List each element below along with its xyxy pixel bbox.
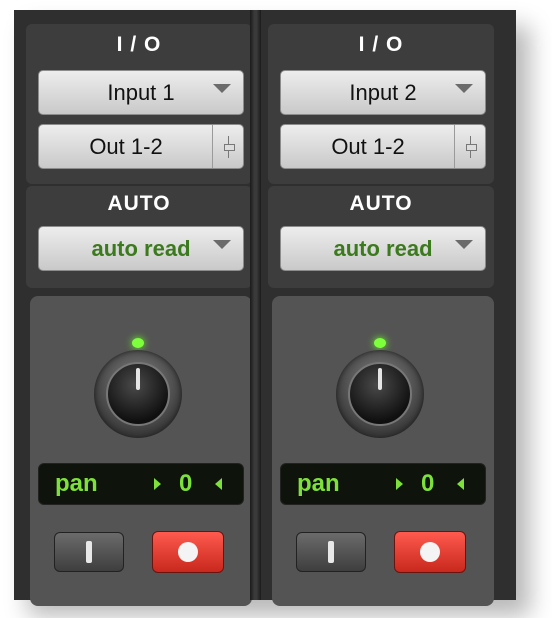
input-monitor-button[interactable] bbox=[54, 532, 124, 572]
strip-divider bbox=[250, 10, 261, 600]
pan-display[interactable]: pan 0 bbox=[38, 463, 244, 505]
chevron-down-icon bbox=[455, 240, 473, 249]
pan-left-arrow-icon bbox=[457, 478, 464, 490]
automation-section-2: AUTO auto read bbox=[268, 186, 494, 288]
io-header: I / O bbox=[116, 33, 162, 56]
automation-section-1: AUTO auto read bbox=[26, 186, 252, 288]
pan-value: 0 bbox=[421, 470, 435, 497]
record-icon bbox=[420, 542, 440, 562]
automation-mode-button[interactable]: auto read bbox=[280, 226, 486, 271]
auto-header: AUTO bbox=[349, 192, 413, 215]
record-enable-button[interactable] bbox=[394, 531, 466, 573]
record-enable-button[interactable] bbox=[152, 531, 224, 573]
chevron-down-icon bbox=[213, 240, 231, 249]
input-monitor-icon bbox=[86, 541, 92, 563]
io-header: I / O bbox=[358, 33, 404, 56]
input-selector-button[interactable]: Input 1 bbox=[38, 70, 244, 115]
fader-icon bbox=[465, 135, 477, 158]
io-section-2: I / O Input 2 Out 1-2 bbox=[268, 24, 494, 184]
pan-panel-1: pan 0 bbox=[30, 296, 252, 606]
pan-knob[interactable] bbox=[332, 338, 428, 438]
input-monitor-icon bbox=[328, 541, 334, 563]
output-fader-toggle[interactable] bbox=[454, 125, 485, 168]
pan-value: 0 bbox=[179, 470, 193, 497]
input-selector-button[interactable]: Input 2 bbox=[280, 70, 486, 115]
chevron-down-icon bbox=[455, 84, 473, 93]
pan-label: pan bbox=[55, 470, 98, 497]
knob-pointer bbox=[378, 368, 382, 390]
output-selector-button[interactable]: Out 1-2 bbox=[38, 124, 244, 169]
knob-led-indicator bbox=[374, 338, 386, 348]
record-icon bbox=[178, 542, 198, 562]
pan-left-arrow-icon bbox=[215, 478, 222, 490]
knob-led-indicator bbox=[132, 338, 144, 348]
output-fader-toggle[interactable] bbox=[212, 125, 243, 168]
knob-pointer bbox=[136, 368, 140, 390]
chevron-down-icon bbox=[213, 84, 231, 93]
pan-panel-2: pan 0 bbox=[272, 296, 494, 606]
auto-header: AUTO bbox=[107, 192, 171, 215]
pan-label: pan bbox=[297, 470, 340, 497]
output-selector-button[interactable]: Out 1-2 bbox=[280, 124, 486, 169]
input-monitor-button[interactable] bbox=[296, 532, 366, 572]
pan-right-arrow-icon bbox=[154, 478, 161, 490]
pan-display[interactable]: pan 0 bbox=[280, 463, 486, 505]
io-section-1: I / O Input 1 Out 1-2 bbox=[26, 24, 252, 184]
pan-right-arrow-icon bbox=[396, 478, 403, 490]
fader-icon bbox=[223, 135, 235, 158]
pan-knob[interactable] bbox=[90, 338, 186, 438]
automation-mode-button[interactable]: auto read bbox=[38, 226, 244, 271]
